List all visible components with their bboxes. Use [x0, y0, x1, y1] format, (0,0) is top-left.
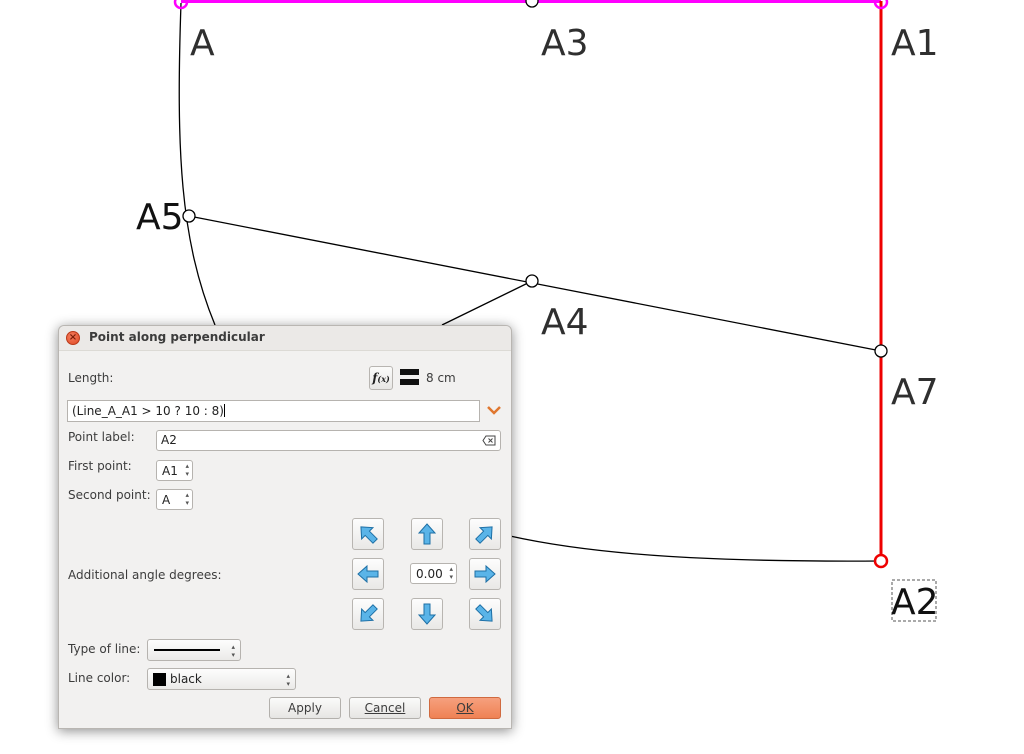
- arc-curve-bottom[interactable]: [509, 535, 881, 562]
- angle-up-right-button[interactable]: [469, 518, 501, 550]
- arrow-right-icon: [474, 564, 496, 584]
- length-formula-field[interactable]: (Line_A_A1 > 10 ? 10 : 8): [67, 400, 480, 422]
- point-A7[interactable]: [874, 344, 888, 358]
- second-point-select[interactable]: A ▴ ▾: [156, 489, 193, 510]
- equals-icon: [400, 369, 419, 386]
- type-of-line-label: Type of line:: [68, 642, 141, 656]
- additional-angle-label: Additional angle degrees:: [68, 568, 222, 582]
- formula-wizard-button[interactable]: f(x): [369, 366, 393, 390]
- angle-right-button[interactable]: [469, 558, 501, 590]
- point-A2[interactable]: [873, 553, 889, 569]
- point-along-perpendicular-dialog: × Point along perpendicular Length: f(x)…: [58, 325, 512, 729]
- point-label-A5[interactable]: A5: [136, 200, 184, 236]
- second-point-value: A: [162, 493, 171, 507]
- angle-spinbox[interactable]: 0.00 ▴ ▾: [410, 563, 457, 584]
- line-color-label: Line color:: [68, 671, 131, 685]
- combo-arrows-icon: ▴ ▾: [286, 672, 290, 688]
- cancel-button[interactable]: Cancel: [349, 697, 421, 719]
- point-A5[interactable]: [182, 209, 196, 223]
- dialog-title: Point along perpendicular: [89, 330, 265, 344]
- color-swatch: [153, 673, 166, 686]
- spin-arrows-icon: ▴ ▾: [449, 565, 453, 581]
- combo-arrows-icon: ▴ ▾: [231, 643, 235, 659]
- point-label-A7[interactable]: A7: [891, 375, 939, 411]
- point-A3[interactable]: [525, 0, 539, 8]
- ok-button-label: OK: [456, 701, 474, 715]
- arrow-up-right-icon: [475, 526, 493, 544]
- text-caret: [223, 404, 225, 417]
- angle-up-button[interactable]: [411, 518, 443, 550]
- point-label-A[interactable]: A: [190, 26, 215, 62]
- dialog-titlebar[interactable]: × Point along perpendicular: [59, 326, 511, 351]
- angle-down-left-button[interactable]: [352, 598, 384, 630]
- arrow-down-right-icon: [475, 604, 493, 622]
- chevron-down-icon[interactable]: [487, 405, 501, 415]
- function-icon: f(x): [372, 371, 390, 385]
- length-label: Length:: [68, 371, 114, 385]
- cancel-button-label: Cancel: [364, 701, 406, 715]
- point-label-A1[interactable]: A1: [891, 26, 939, 62]
- point-label-A4[interactable]: A4: [541, 305, 589, 341]
- angle-value: 0.00: [416, 567, 443, 581]
- point-label-A3[interactable]: A3: [541, 26, 589, 62]
- line-color-select[interactable]: black ▴ ▾: [147, 668, 296, 690]
- arrow-up-icon: [417, 523, 437, 545]
- first-point-value: A1: [162, 464, 178, 478]
- angle-left-button[interactable]: [352, 558, 384, 590]
- angle-up-left-button[interactable]: [352, 518, 384, 550]
- point-label-value: A2: [161, 433, 177, 447]
- angle-down-right-button[interactable]: [469, 598, 501, 630]
- arrow-left-icon: [357, 564, 379, 584]
- spin-arrows-icon: ▴ ▾: [185, 491, 189, 507]
- formula-text: (Line_A_A1 > 10 ? 10 : 8): [72, 404, 224, 418]
- type-of-line-select[interactable]: ▴ ▾: [147, 639, 241, 661]
- point-label-label: Point label:: [68, 430, 135, 444]
- apply-button[interactable]: Apply: [269, 697, 341, 719]
- second-point-label: Second point:: [68, 488, 151, 502]
- first-point-label: First point:: [68, 459, 132, 473]
- line-A4[interactable]: [441, 280, 533, 326]
- clear-icon[interactable]: [482, 435, 496, 446]
- line-color-value: black: [170, 672, 202, 686]
- ok-button[interactable]: OK: [429, 697, 501, 719]
- apply-button-label: Apply: [288, 701, 322, 715]
- point-A4[interactable]: [525, 274, 539, 288]
- arrow-down-left-icon: [360, 604, 378, 622]
- point-label-input[interactable]: A2: [156, 430, 501, 451]
- first-point-select[interactable]: A1 ▴ ▾: [156, 460, 193, 481]
- solid-line-swatch: [154, 649, 220, 651]
- point-label-A2[interactable]: A2: [891, 585, 939, 621]
- length-result: 8 cm: [426, 371, 456, 385]
- angle-down-button[interactable]: [411, 598, 443, 630]
- arrow-up-left-icon: [360, 526, 378, 544]
- close-icon[interactable]: ×: [66, 331, 80, 345]
- spin-arrows-icon: ▴ ▾: [185, 462, 189, 478]
- arrow-down-icon: [417, 603, 437, 625]
